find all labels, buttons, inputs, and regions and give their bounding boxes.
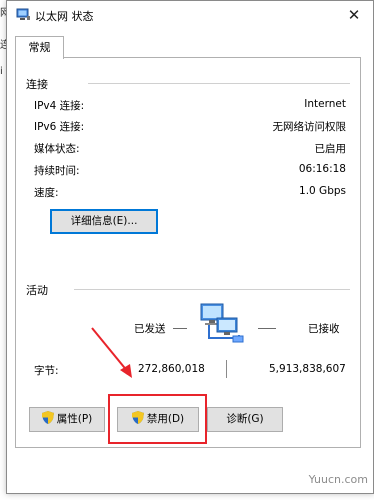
general-panel: 连接 IPv4 连接: Internet IPv6 连接: 无网络访问权限 媒体…	[15, 57, 361, 448]
bytes-divider	[226, 360, 227, 378]
tab-bar: 常规	[7, 29, 373, 59]
duration-label: 持续时间:	[34, 165, 80, 177]
title-bar[interactable]: 以太网 状态 ✕	[7, 1, 373, 29]
sent-dash	[173, 328, 187, 329]
ipv4-value: Internet	[304, 98, 346, 110]
speed-value: 1.0 Gbps	[299, 185, 346, 197]
activity-divider	[74, 289, 350, 290]
media-state-label: 媒体状态:	[34, 143, 80, 155]
tab-general[interactable]: 常规	[15, 36, 64, 59]
network-computers-icon	[200, 303, 244, 343]
watermark: Yuucn.com	[306, 473, 370, 486]
bytes-sent-value: 272,860,018	[138, 363, 205, 375]
ipv6-label: IPv6 连接:	[34, 121, 85, 133]
annotation-arrow-icon	[91, 327, 132, 378]
ipv4-label: IPv4 连接:	[34, 100, 85, 112]
properties-label: 属性(P)	[56, 413, 93, 425]
details-button[interactable]: 详细信息(E)...	[50, 209, 158, 234]
background-text-3: i	[0, 66, 3, 77]
duration-value: 06:16:18	[298, 163, 346, 175]
close-button[interactable]: ✕	[343, 5, 365, 25]
diagnose-button[interactable]: 诊断(G)	[207, 407, 283, 432]
ipv6-value: 无网络访问权限	[272, 121, 347, 133]
connection-heading: 连接	[26, 78, 48, 91]
properties-button[interactable]: 属性(P)	[29, 407, 105, 432]
annotation-highlight-box	[108, 394, 207, 444]
network-adapter-icon	[16, 8, 30, 20]
speed-label: 速度:	[34, 187, 59, 199]
diagnose-label: 诊断(G)	[226, 413, 264, 425]
bytes-received-value: 5,913,838,607	[269, 363, 346, 375]
bytes-label: 字节:	[34, 365, 59, 377]
received-label: 已接收	[308, 323, 340, 335]
received-dash	[258, 328, 276, 329]
window-title: 以太网 状态	[35, 10, 94, 23]
shield-icon	[41, 411, 54, 424]
media-state-value: 已启用	[314, 143, 347, 155]
activity-heading: 活动	[26, 284, 48, 297]
close-icon: ✕	[347, 6, 361, 24]
connection-divider	[88, 83, 350, 84]
